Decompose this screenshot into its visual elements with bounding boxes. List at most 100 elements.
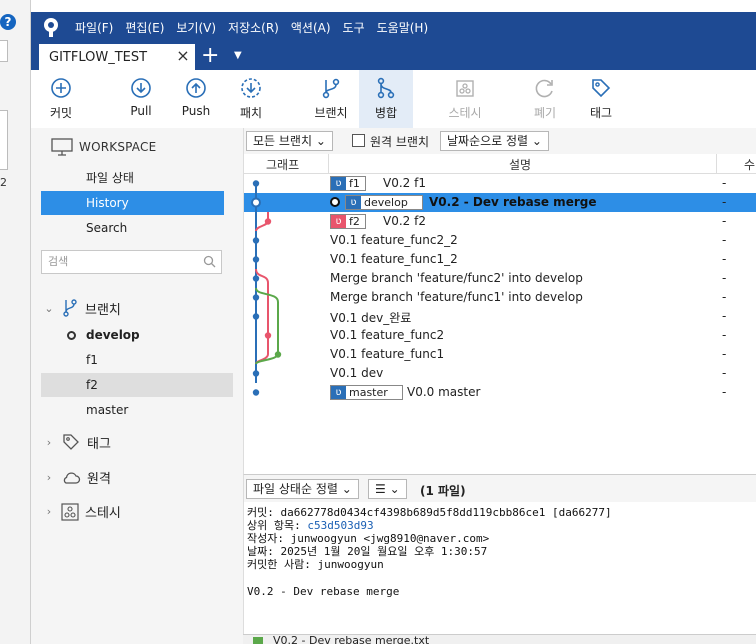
sidebar-branch-f1[interactable]: f1 — [86, 353, 98, 367]
menu-repository[interactable]: 저장소(R) — [228, 19, 279, 36]
history-panel: 모든 브랜치 ⌄ 원격 브랜치 날짜순으로 정렬 ⌄ 그래프 설명 수 ʋ f1 … — [243, 128, 756, 644]
file-count: (1 파일) — [420, 484, 466, 498]
menu-file[interactable]: 파일(F) — [75, 19, 113, 36]
author-label: 작성자: — [247, 532, 284, 545]
pull-button[interactable]: Pull — [117, 70, 165, 128]
tag-button[interactable]: 태그 — [577, 70, 625, 128]
graph-node — [252, 275, 260, 282]
head-icon — [330, 197, 340, 207]
commit-graph — [251, 180, 282, 396]
add-tab-icon[interactable]: + — [201, 44, 219, 68]
sidebar-item-history[interactable]: History — [41, 191, 224, 215]
close-icon[interactable]: × — [175, 48, 191, 64]
commit-date: - — [722, 271, 727, 285]
file-sort-dropdown[interactable]: 파일 상태순 정렬 ⌄ — [246, 479, 359, 499]
commit-label: 커밋: — [247, 506, 274, 519]
menu-tools[interactable]: 도구 — [343, 19, 365, 36]
commit-date: - — [722, 233, 727, 247]
branch-icon: ʋ — [331, 386, 346, 399]
commit-date: - — [722, 176, 727, 190]
repo-tab[interactable]: GITFLOW_TEST × — [39, 44, 195, 70]
branch-icon — [63, 299, 77, 317]
arrow-down-circle-icon — [131, 78, 151, 98]
sourcetree-window: 파일(F) 편집(E) 보기(V) 저장소(R) 액션(A) 도구 도움말(H)… — [31, 12, 756, 644]
description-column-header[interactable]: 설명 — [509, 156, 531, 173]
tab-bar: GITFLOW_TEST × + ▼ — [31, 42, 756, 70]
chevron-right-icon[interactable]: › — [43, 436, 55, 449]
stash-section[interactable]: › 스테시 — [43, 502, 121, 521]
push-label: Push — [181, 104, 211, 118]
remotes-title: 원격 — [87, 472, 111, 487]
date-label: 날짜: — [247, 545, 274, 558]
sidebar: WORKSPACE 파일 상태 History Search 검색 ⌄ 브랜치 … — [31, 128, 243, 644]
monitor-icon — [51, 138, 73, 156]
commit-message: V0.2 f2 — [383, 214, 426, 228]
search-icon — [203, 255, 216, 268]
column-separator[interactable] — [716, 154, 717, 174]
menu-view[interactable]: 보기(V) — [176, 19, 216, 36]
commit-message: V0.1 dev — [330, 366, 384, 380]
parent-label: 상위 항목: — [247, 519, 301, 532]
sidebar-branch-develop[interactable]: develop — [86, 328, 140, 342]
commit-message: V0.1 feature_func1 — [330, 347, 445, 361]
tags-title: 태그 — [87, 436, 111, 452]
graph-node — [264, 332, 272, 339]
sidebar-item-file-status[interactable]: 파일 상태 — [41, 166, 224, 190]
graph-column-header[interactable]: 그래프 — [266, 156, 299, 173]
branch-button[interactable]: 브랜치 — [307, 70, 355, 128]
branch-icon: ʋ — [346, 196, 361, 209]
menu-edit[interactable]: 편집(E) — [125, 19, 164, 36]
remote-branch-checkbox[interactable] — [352, 134, 365, 147]
commit-date: - — [722, 385, 727, 399]
branches-title: 브랜치 — [85, 302, 121, 318]
branch-row-highlight — [41, 373, 233, 397]
graph-node — [274, 351, 282, 358]
commit-message: Merge branch 'feature/func2' into develo… — [330, 271, 583, 285]
sidebar-branch-master[interactable]: master — [86, 403, 128, 417]
branch-label-f1: ʋ f1 — [330, 176, 366, 191]
stash-label: 스테시 — [448, 106, 482, 120]
chevron-down-icon[interactable]: ⌄ — [43, 302, 55, 315]
branches-section[interactable]: ⌄ 브랜치 — [43, 298, 121, 318]
stash-button[interactable]: 스테시 — [441, 70, 489, 128]
column-separator[interactable] — [328, 154, 329, 174]
graph-node-head — [251, 197, 261, 208]
branch-label-master: ʋ master — [330, 385, 403, 400]
tags-section[interactable]: › 태그 — [43, 432, 111, 452]
tag-icon — [592, 79, 611, 98]
author-value: junwoogyun <jwg8910@naver.com> — [290, 532, 490, 545]
commit-date: - — [722, 366, 727, 380]
sidebar-search-input[interactable]: 검색 — [41, 250, 222, 274]
chevron-right-icon[interactable]: › — [43, 505, 55, 518]
remote-branch-label: 원격 브랜치 — [370, 135, 430, 149]
sort-order-dropdown[interactable]: 날짜순으로 정렬 ⌄ — [440, 131, 549, 151]
chevron-right-icon[interactable]: › — [43, 471, 55, 484]
stash-title: 스테시 — [85, 506, 121, 521]
branch-filter-dropdown[interactable]: 모든 브랜치 ⌄ — [246, 131, 333, 151]
date-column-header[interactable]: 수 — [744, 156, 755, 173]
menu-actions[interactable]: 액션(A) — [291, 19, 331, 36]
commit-date: - — [722, 328, 727, 342]
changed-file-row[interactable]: V0.2 - Dev rebase merge.txt — [243, 634, 756, 644]
commit-date: - — [722, 252, 727, 266]
commit-button[interactable]: 커밋 — [37, 70, 85, 128]
chevron-down-icon[interactable]: ▼ — [234, 50, 242, 61]
sidebar-item-search[interactable]: Search — [41, 216, 224, 240]
view-mode-dropdown[interactable]: ☰ ⌄ — [368, 479, 407, 499]
cloud-icon — [63, 471, 81, 484]
stash-icon — [61, 502, 79, 521]
graph-node — [252, 389, 260, 396]
help-icon[interactable]: ? — [0, 14, 16, 30]
commit-message: V0.1 feature_func2_2 — [330, 233, 458, 247]
commit-message: V0.1 feature_func2 — [330, 328, 445, 342]
merge-button[interactable]: 병합 — [359, 70, 413, 128]
parent-hash-link[interactable]: c53d503d93 — [307, 519, 373, 532]
sidebar-branch-f2[interactable]: f2 — [86, 378, 98, 392]
discard-button[interactable]: 폐기 — [521, 70, 569, 128]
remotes-section[interactable]: › 원격 — [43, 468, 111, 487]
fetch-button[interactable]: 패치 — [227, 70, 275, 128]
push-button[interactable]: Push — [172, 70, 220, 128]
branch-label-f2: ʋ f2 — [330, 214, 366, 229]
workspace-header: WORKSPACE — [51, 138, 156, 156]
menu-help[interactable]: 도움말(H) — [377, 19, 429, 36]
